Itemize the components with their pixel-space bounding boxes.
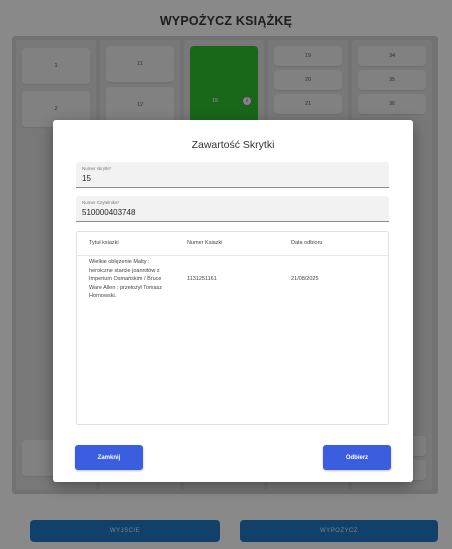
locker-number-field[interactable]: Numer skrytki* 15 [76, 162, 389, 188]
pickup-button[interactable]: Odbierz [323, 445, 391, 470]
books-table: Tytuł ksiazki Numer Ksiazki Data odbioru… [76, 231, 389, 425]
pickup-date-cell: 21/08/2025 [291, 276, 319, 282]
book-title-cell: Wielkie oblężenie Malty : heroiczne star… [89, 258, 187, 301]
locker-number-value: 15 [82, 174, 91, 183]
reader-number-field[interactable]: Numer Czytelnika* 510000403748 [76, 196, 389, 222]
book-title-line: heroiczne starcie joannitów z [89, 267, 160, 274]
book-title-line: Ware Allen ; przełożył Tomasz [89, 284, 163, 291]
book-title-line: Imperium Osmańskim / Bruce [89, 276, 162, 283]
book-title-line: Hornowski. [89, 293, 117, 300]
column-header-date: Data odbioru [291, 240, 323, 246]
reader-number-label: Numer Czytelnika* [82, 200, 120, 205]
reader-number-value: 510000403748 [82, 208, 136, 217]
book-title-line: Wielkie oblężenie Malty : [89, 259, 150, 265]
dialog-title: Zawartość Skrytki [191, 139, 275, 151]
column-header-number: Numer Ksiazki [187, 240, 223, 246]
locker-contents-dialog: Zawartość Skrytki Numer skrytki* 15 Nume… [53, 120, 413, 482]
close-button[interactable]: Zamknij [75, 445, 143, 470]
book-number-cell: 1131251161 [187, 276, 217, 282]
locker-number-label: Numer skrytki* [82, 166, 112, 171]
column-header-title: Tytuł ksiazki [89, 240, 119, 246]
table-header: Tytuł ksiazki Numer Ksiazki Data odbioru [77, 232, 388, 256]
